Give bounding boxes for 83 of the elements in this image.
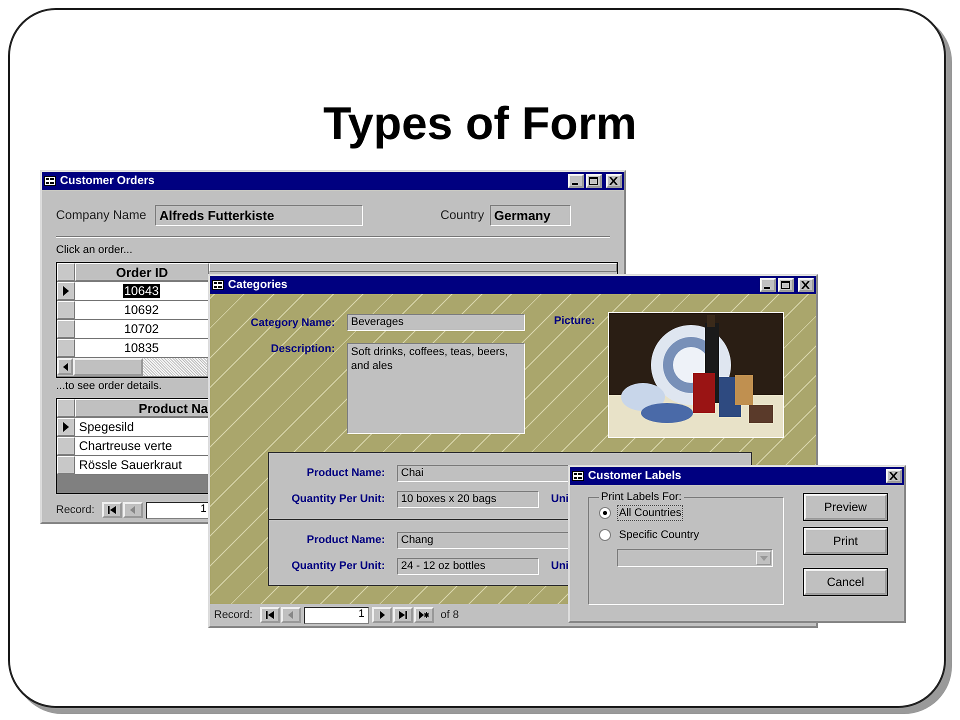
current-row-icon <box>63 422 69 432</box>
form-icon <box>44 176 56 186</box>
close-icon <box>889 472 899 480</box>
slide-title: Types of Form <box>322 96 638 150</box>
row-selector[interactable] <box>57 418 75 436</box>
radio-button[interactable] <box>599 507 611 519</box>
window-title: Customer Orders <box>60 175 155 187</box>
column-header[interactable]: Order ID <box>75 263 209 281</box>
company-name-field[interactable]: Alfreds Futterkiste <box>155 204 364 226</box>
maximize-icon <box>781 281 791 289</box>
field-label: Uni <box>551 493 569 505</box>
minimize-button[interactable] <box>760 278 776 292</box>
new-record-icon <box>418 611 429 619</box>
field-label: Description: <box>270 343 336 355</box>
record-number-field[interactable]: 1 <box>304 606 369 624</box>
radio-label[interactable]: Specific Country <box>617 527 702 543</box>
field-label: Quantity Per Unit: <box>290 493 386 505</box>
close-button[interactable] <box>798 278 814 292</box>
dialog-button[interactable]: Cancel <box>804 569 887 595</box>
field-label: Product Name: <box>306 467 386 479</box>
group-label: Print Labels For: <box>600 491 683 503</box>
table-cell: 10692 <box>75 301 209 319</box>
select-all-button[interactable] <box>57 263 75 281</box>
record-count-text: of 8 <box>440 609 459 621</box>
first-record-icon <box>108 506 116 514</box>
dropdown-arrow-icon <box>760 556 768 560</box>
dialog-button[interactable]: Print <box>804 528 887 554</box>
close-button[interactable] <box>606 174 622 188</box>
record-number-field[interactable]: 1 <box>146 502 211 518</box>
table-cell: Rössle Sauerkraut <box>75 456 209 474</box>
next-record-button[interactable] <box>372 607 392 623</box>
current-row-icon <box>63 286 69 296</box>
scroll-left-button[interactable] <box>57 358 73 375</box>
column-header[interactable] <box>209 263 617 272</box>
scrollbar-thumb[interactable] <box>73 358 143 376</box>
new-record-button[interactable] <box>414 607 434 623</box>
window-title: Categories <box>228 279 288 291</box>
left-arrow-icon <box>62 362 68 370</box>
record-label: Record: <box>56 504 95 516</box>
first-record-button[interactable] <box>102 502 122 518</box>
first-record-button[interactable] <box>260 607 280 623</box>
maximize-icon <box>589 177 599 185</box>
table-cell: Chartreuse verte <box>75 437 209 455</box>
previous-record-icon <box>128 506 137 514</box>
next-record-icon <box>378 611 386 619</box>
field-label: Uni <box>551 560 569 572</box>
field-label: Category Name: <box>250 316 336 328</box>
column-header[interactable]: Product Na <box>75 399 209 417</box>
form-icon <box>212 280 224 290</box>
last-record-icon <box>398 611 407 619</box>
maximize-button[interactable] <box>778 278 794 292</box>
table-cell: Spegesild <box>75 418 209 436</box>
field-label: Product Name: <box>306 534 386 546</box>
quantity-field[interactable]: 24 - 12 oz bottles <box>397 558 539 574</box>
maximize-button[interactable] <box>586 174 602 188</box>
country-dropdown[interactable] <box>617 549 773 567</box>
category-name-field[interactable]: Beverages <box>347 314 525 331</box>
form-icon <box>572 471 584 481</box>
previous-record-icon <box>286 611 295 619</box>
radio-button[interactable] <box>599 529 611 541</box>
minimize-button[interactable] <box>568 174 584 188</box>
close-icon <box>801 281 811 289</box>
instruction-text: Click an order... <box>56 243 134 258</box>
table-cell: 10835 <box>75 339 209 357</box>
field-label: Company Name <box>56 208 146 222</box>
field-label: Country <box>440 208 484 222</box>
country-field[interactable]: Germany <box>490 204 572 226</box>
row-selector[interactable] <box>57 282 75 300</box>
close-icon <box>609 177 619 185</box>
close-button[interactable] <box>886 469 902 483</box>
table-cell: 10643 <box>75 282 209 300</box>
table-cell: 10702 <box>75 320 209 338</box>
last-record-button[interactable] <box>392 607 413 623</box>
quantity-field[interactable]: 10 boxes x 20 bags <box>397 490 539 508</box>
first-record-icon <box>266 611 274 619</box>
field-label: Picture: <box>554 315 595 327</box>
description-field[interactable]: Soft drinks, coffees, teas, beers, and ales <box>347 343 525 434</box>
radio-label[interactable]: All Countries <box>617 505 684 521</box>
record-label: Record: <box>214 609 253 621</box>
instruction-text: ...to see order details. <box>56 379 163 394</box>
dialog-button[interactable]: Preview <box>804 494 887 520</box>
field-label: Quantity Per Unit: <box>290 560 386 572</box>
select-all-button[interactable] <box>57 399 75 417</box>
